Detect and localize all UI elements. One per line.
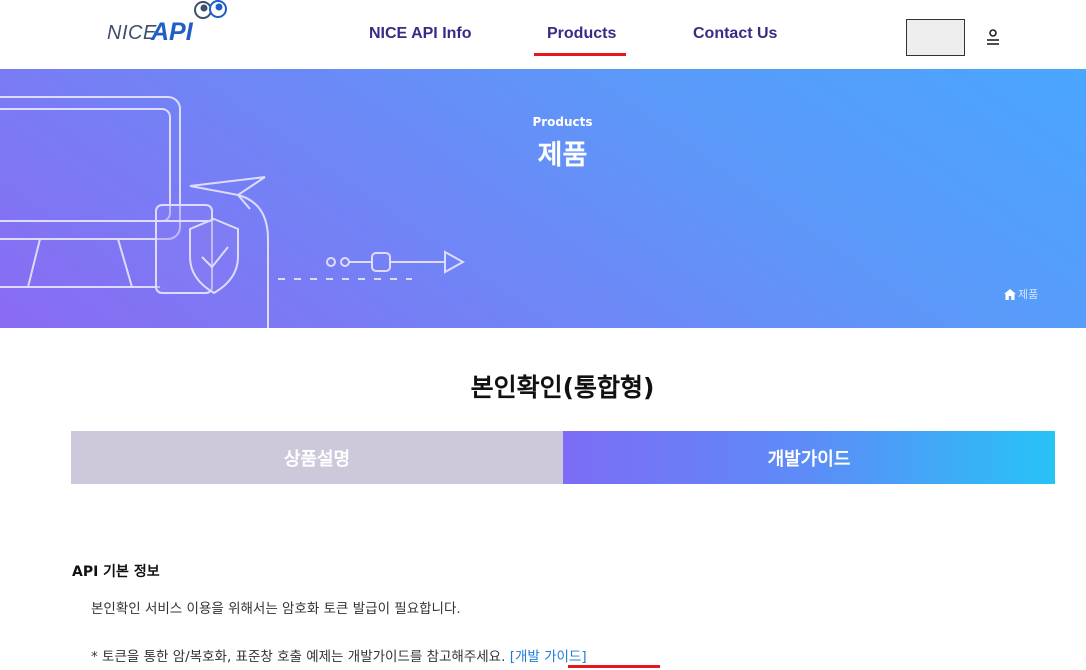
guide-reference-label: * 토큰을 통한 암/복호화, 표준창 호출 예제는 개발가이드를 참고해주세요… — [91, 649, 510, 665]
banner-title: 제품 — [537, 140, 588, 171]
logo-text-nice: NICE — [107, 22, 157, 44]
home-icon[interactable] — [1004, 288, 1016, 300]
breadcrumb[interactable]: 제품 — [1004, 286, 1038, 302]
product-title: 본인확인(통합형) — [470, 373, 655, 402]
nav-nice-api-info[interactable]: NICE API Info — [369, 25, 472, 43]
logo-eyes-icon — [194, 0, 227, 19]
nav-contact-us[interactable]: Contact Us — [693, 25, 777, 43]
banner-subtitle: Products — [532, 115, 593, 129]
device-security-illustration — [0, 96, 466, 328]
nav-products[interactable]: Products — [547, 25, 616, 43]
tab-developer-guide[interactable]: 개발가이드 — [563, 431, 1055, 484]
breadcrumb-current[interactable]: 제품 — [1018, 286, 1038, 302]
top-header: NICE API NICE API Info Products Contact … — [0, 0, 1086, 69]
header-search-input[interactable] — [906, 19, 965, 56]
token-requirement-text: 본인확인 서비스 이용을 위해서는 암호화 토큰 발급이 필요합니다. — [91, 601, 461, 617]
tab-product-description[interactable]: 상품설명 — [71, 431, 563, 484]
nav-active-underline — [534, 53, 626, 56]
products-banner: Products 제품 제품 — [0, 69, 1086, 328]
user-icon[interactable] — [985, 28, 1001, 46]
developer-guide-link[interactable]: [개발 가이드] — [510, 649, 587, 665]
api-basic-info-heading: API 기본 정보 — [72, 564, 160, 580]
nice-api-logo[interactable]: NICE API — [107, 0, 237, 50]
logo-text-api: API — [151, 18, 193, 46]
guide-reference-text: * 토큰을 통한 암/복호화, 표준창 호출 예제는 개발가이드를 참고해주세요… — [91, 645, 587, 665]
guide-link-underline — [568, 665, 660, 668]
